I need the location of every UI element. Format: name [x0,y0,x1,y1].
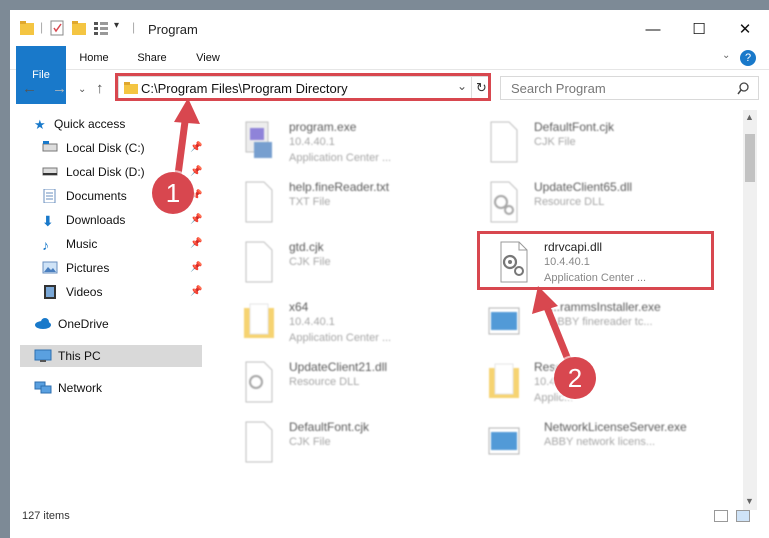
step-badge-1: 1 [152,172,194,214]
step-badge-2: 2 [554,357,596,399]
arrow-2-head [532,286,558,314]
explorer-window: | ▾ | Program — ☐ ✕ File Home Share View… [10,10,769,538]
arrow-1-head [174,98,200,124]
annotation-arrows [172,98,577,374]
